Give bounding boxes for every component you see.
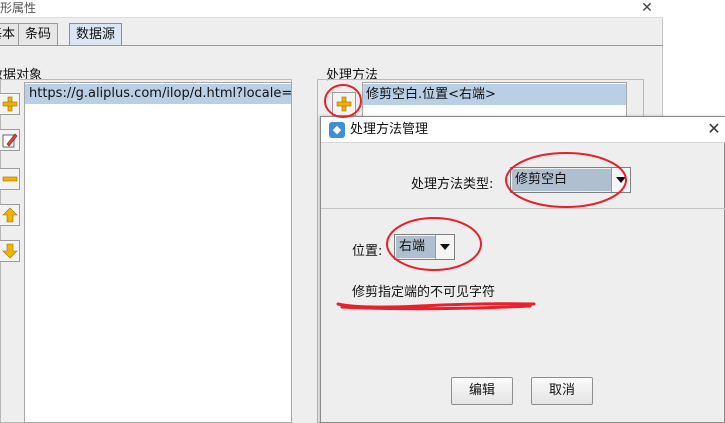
method-type-value: 修剪空白 xyxy=(512,169,611,191)
add-object-button[interactable] xyxy=(0,93,20,115)
position-select[interactable]: 右端 xyxy=(394,234,455,260)
arrow-up-icon xyxy=(1,207,18,223)
app-icon: ◆ xyxy=(329,122,345,138)
minus-icon xyxy=(2,176,17,182)
parent-close-icon[interactable]: ✕ xyxy=(637,0,657,18)
dialog-divider xyxy=(321,208,725,209)
edit-button[interactable]: 编辑 xyxy=(451,377,513,405)
plus-icon xyxy=(2,96,17,112)
plus-icon xyxy=(336,96,352,112)
arrow-down-icon xyxy=(1,243,18,259)
data-object-list[interactable] xyxy=(24,82,292,423)
method-manager-dialog xyxy=(320,116,725,423)
remove-object-button[interactable] xyxy=(0,168,20,190)
edit-object-button[interactable] xyxy=(0,129,20,151)
move-down-button[interactable] xyxy=(0,240,20,262)
parent-title: 图形属性 xyxy=(0,1,37,15)
position-value: 右端 xyxy=(396,236,435,258)
chevron-down-icon[interactable] xyxy=(435,235,454,259)
parent-titlebar xyxy=(0,0,663,18)
method-item[interactable]: 修剪空白.位置<右端> xyxy=(363,84,626,105)
data-object-item[interactable]: https://g.aliplus.com/ilop/d.html?locale… xyxy=(25,84,291,104)
dialog-close-icon[interactable]: ✕ xyxy=(703,117,725,143)
dialog-title: 处理方法管理 xyxy=(350,122,429,137)
chevron-down-icon[interactable] xyxy=(611,168,630,192)
tab-barcode[interactable]: 条码 xyxy=(18,23,59,46)
position-label: 位置: xyxy=(352,244,383,259)
tab-datasource[interactable]: 数据源 xyxy=(69,23,123,46)
cancel-button[interactable]: 取消 xyxy=(531,377,593,405)
method-type-select[interactable]: 修剪空白 xyxy=(510,167,631,193)
tab-divider xyxy=(0,45,663,46)
pencil-icon xyxy=(2,133,17,148)
move-up-button[interactable] xyxy=(0,204,20,226)
method-description: 修剪指定端的不可见字符 xyxy=(352,285,496,300)
method-type-label: 处理方法类型: xyxy=(411,177,494,192)
add-method-button[interactable] xyxy=(332,92,356,116)
